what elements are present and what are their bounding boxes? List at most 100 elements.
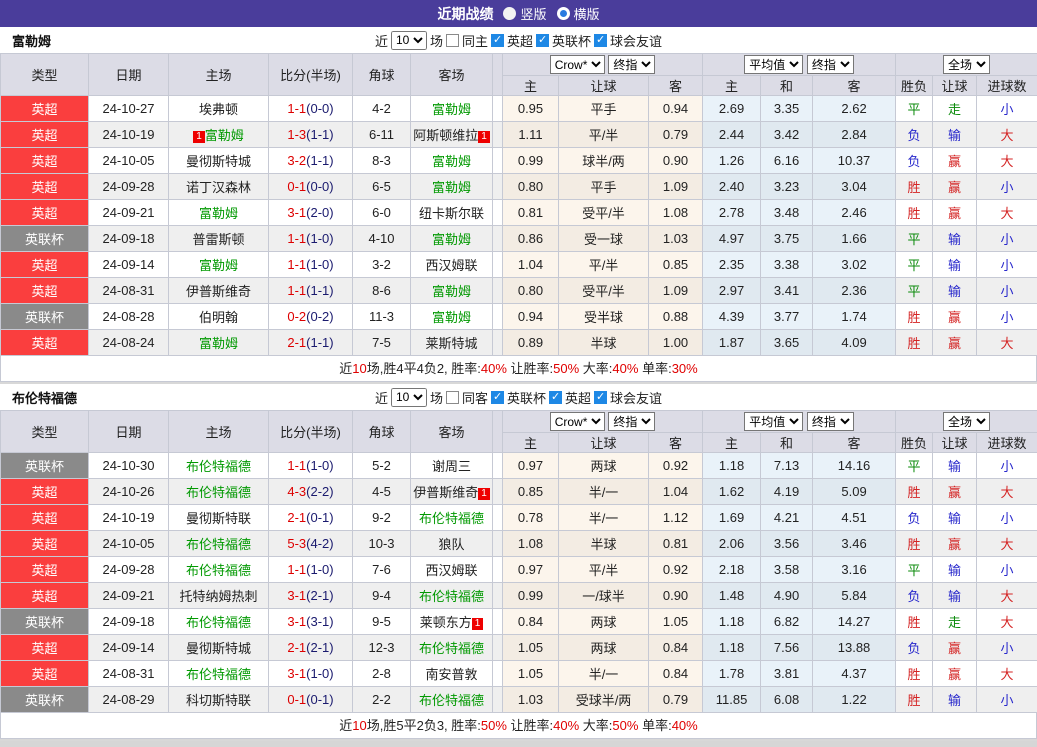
handicap-line: 平手: [559, 96, 649, 122]
result-winloss: 平: [896, 226, 933, 252]
away-team: 富勒姆: [411, 96, 493, 122]
epl-checkbox[interactable]: [549, 391, 562, 404]
subcol-goals: 进球数: [977, 76, 1037, 96]
home-team-name: 曼彻斯特联: [186, 511, 251, 526]
summary-segment: 40%: [553, 718, 579, 733]
result-winloss: 平: [896, 278, 933, 304]
away-team-name: 富勒姆: [432, 102, 471, 117]
odds-source-select[interactable]: Crow*: [550, 412, 605, 431]
avg-mode-select[interactable]: 终指: [807, 55, 854, 74]
match-count-select[interactable]: 10: [391, 388, 427, 407]
corners: 12-3: [353, 635, 411, 661]
handicap-odds-home: 0.85: [503, 479, 559, 505]
handicap-line: 平手: [559, 174, 649, 200]
score: 1-1(1-0): [269, 557, 353, 583]
avg-draw-odds: 3.65: [761, 330, 813, 356]
result-goals: 大: [977, 479, 1037, 505]
recent-results-page: 近期战绩 竖版 横版 富勒姆 近 10 场 同主 英超 英联杯 球会: [0, 0, 1037, 747]
match-row: 英超24-08-31布伦特福德3-1(1-0)2-8南安普敦1.05半/一0.8…: [1, 661, 1037, 687]
league-cup-checkbox[interactable]: [536, 34, 549, 47]
match-row: 英超24-09-14富勒姆1-1(1-0)3-2西汉姆联1.04平/半0.852…: [1, 252, 1037, 278]
match-date: 24-08-29: [89, 687, 169, 713]
match-row: 英联杯24-10-30布伦特福德1-1(1-0)5-2谢周三0.97两球0.92…: [1, 453, 1037, 479]
odds-group-header: Crow* 终指: [503, 411, 703, 433]
halftime-score: (3-1): [306, 614, 333, 629]
epl-checkbox[interactable]: [491, 34, 504, 47]
section-header: 布伦特福德 近 10 场 同客 英联杯 英超 球会友谊: [0, 384, 1037, 410]
result-handicap: 赢: [933, 304, 977, 330]
result-goals: 大: [977, 531, 1037, 557]
avg-home-odds: 1.62: [703, 479, 761, 505]
home-team: 布伦特福德: [169, 453, 269, 479]
handicap-odds-home: 1.03: [503, 687, 559, 713]
avg-source-select[interactable]: 平均值: [744, 412, 803, 431]
match-date: 24-09-18: [89, 609, 169, 635]
radio-icon[interactable]: [557, 7, 570, 20]
score: 5-3(4-2): [269, 531, 353, 557]
spacer-cell: [493, 635, 503, 661]
avg-source-select[interactable]: 平均值: [744, 55, 803, 74]
odds-mode-select[interactable]: 终指: [608, 55, 655, 74]
league-badge: 英联杯: [1, 453, 89, 479]
results-table: 类型 日期 主场 比分(半场) 角球 客场 Crow* 终指 平均值 终指: [0, 53, 1037, 356]
avg-home-odds: 2.06: [703, 531, 761, 557]
result-handicap: 走: [933, 96, 977, 122]
fulltime-score: 3-1: [287, 666, 306, 681]
score: 2-1(2-1): [269, 635, 353, 661]
avg-home-odds: 1.69: [703, 505, 761, 531]
match-count-select[interactable]: 10: [391, 31, 427, 50]
odds-mode-select[interactable]: 终指: [608, 412, 655, 431]
score: 0-2(0-2): [269, 304, 353, 330]
avg-away-odds: 1.66: [813, 226, 896, 252]
result-goals: 小: [977, 96, 1037, 122]
avg-away-odds: 4.51: [813, 505, 896, 531]
spacer-cell: [493, 304, 503, 330]
avg-away-odds: 4.09: [813, 330, 896, 356]
odds-source-select[interactable]: Crow*: [550, 55, 605, 74]
summary-segment: 10: [352, 361, 366, 376]
match-date: 24-09-21: [89, 583, 169, 609]
fulltime-score: 5-3: [287, 536, 306, 551]
fulltime-score: 1-1: [287, 257, 306, 272]
handicap-odds-home: 1.04: [503, 252, 559, 278]
halftime-score: (1-0): [306, 666, 333, 681]
home-team: 埃弗顿: [169, 96, 269, 122]
scope-select[interactable]: 全场: [943, 55, 990, 74]
checkbox-label: 英联杯: [552, 31, 591, 50]
match-date: 24-10-27: [89, 96, 169, 122]
away-team: 富勒姆: [411, 174, 493, 200]
corners: 2-2: [353, 687, 411, 713]
handicap-odds-away: 0.90: [649, 583, 703, 609]
summary-row: 近10场,胜5平2负3, 胜率:50% 让胜率:40% 大率:50% 单率:40…: [0, 713, 1037, 739]
friendly-checkbox[interactable]: [594, 391, 607, 404]
away-team-name: 伊普斯维奇: [413, 485, 478, 500]
avg-mode-select[interactable]: 终指: [807, 412, 854, 431]
layout-radio-horizontal[interactable]: 横版: [557, 4, 600, 23]
summary-segment: 大率:: [579, 718, 612, 733]
halftime-score: (4-2): [306, 536, 333, 551]
handicap-odds-home: 1.05: [503, 661, 559, 687]
summary-segment: 40%: [672, 718, 698, 733]
subcol-handicap: 让球: [559, 76, 649, 96]
radio-icon[interactable]: [503, 7, 516, 20]
match-date: 24-08-31: [89, 661, 169, 687]
col-score: 比分(半场): [269, 411, 353, 453]
red-card-badge: 1: [193, 131, 205, 143]
match-row: 英联杯24-08-28伯明翰0-2(0-2)11-3富勒姆0.94受半球0.88…: [1, 304, 1037, 330]
layout-radio-vertical[interactable]: 竖版: [503, 4, 546, 23]
friendly-checkbox[interactable]: [594, 34, 607, 47]
league-badge: 英超: [1, 330, 89, 356]
league-cup-checkbox[interactable]: [491, 391, 504, 404]
fulltime-score: 3-2: [287, 153, 306, 168]
summary-segment: 让胜率:: [507, 361, 553, 376]
summary-segment: 场,胜4平4负2, 胜率:: [367, 361, 481, 376]
same-venue-checkbox[interactable]: [446, 34, 459, 47]
scope-select[interactable]: 全场: [943, 412, 990, 431]
summary-segment: 大率:: [579, 361, 612, 376]
avg-draw-odds: 3.42: [761, 122, 813, 148]
avg-away-odds: 5.09: [813, 479, 896, 505]
col-home: 主场: [169, 411, 269, 453]
score: 1-1(1-1): [269, 278, 353, 304]
fulltime-score: 3-1: [287, 205, 306, 220]
same-venue-checkbox[interactable]: [446, 391, 459, 404]
